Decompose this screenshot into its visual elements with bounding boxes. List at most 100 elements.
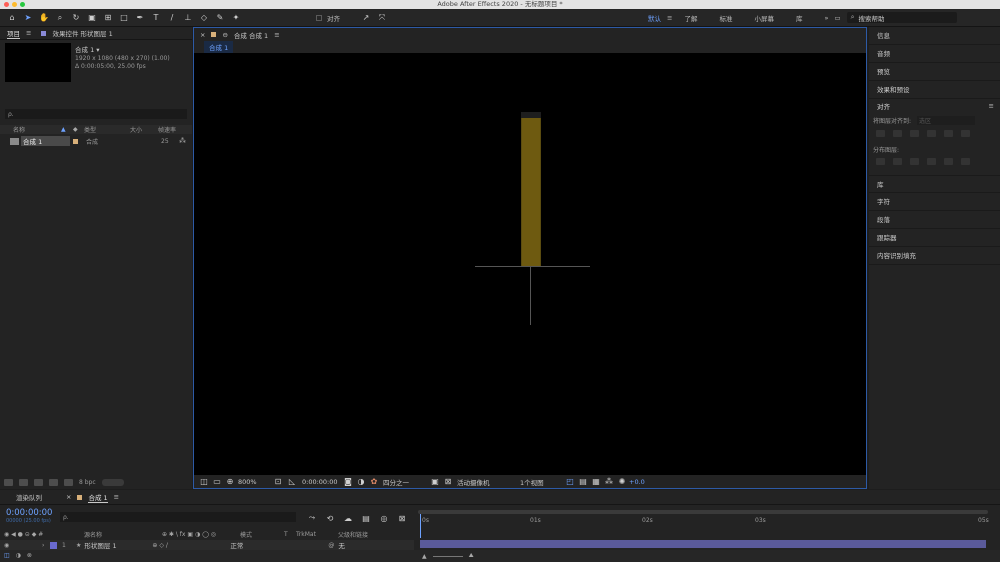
interpret-footage-icon[interactable] <box>4 478 13 486</box>
shy-layers-icon[interactable]: ☁ <box>342 512 354 524</box>
align-hcenter-icon[interactable] <box>893 130 902 137</box>
distribute-right-icon[interactable] <box>961 158 970 165</box>
time-ruler[interactable]: 0s 01s 02s 03s 05s <box>418 510 990 538</box>
home-icon[interactable]: ⌂ <box>6 12 18 24</box>
align-top-icon[interactable] <box>927 130 936 137</box>
exposure-value[interactable]: +0.0 <box>629 478 645 486</box>
column-source-name[interactable]: 源名称 <box>84 530 162 539</box>
type-tool-icon[interactable]: T <box>150 12 162 24</box>
column-size[interactable]: 大小 <box>130 125 158 134</box>
playhead[interactable] <box>420 514 421 538</box>
layer-switch-icons[interactable]: ⊕ ◇ / <box>152 542 230 549</box>
panel-preview[interactable]: 预览 <box>869 63 1000 81</box>
align-right-icon[interactable] <box>910 130 919 137</box>
monitor-icon[interactable]: ▭ <box>211 476 223 488</box>
roto-brush-tool-icon[interactable]: ✎ <box>214 12 226 24</box>
distribute-hcenter-icon[interactable] <box>944 158 953 165</box>
transparency-grid-icon[interactable]: ⊠ <box>442 476 454 488</box>
column-parent[interactable]: 父级和链接 <box>338 530 368 539</box>
workspace-standard[interactable]: 标准 <box>719 13 732 23</box>
comp-viewer[interactable] <box>194 59 866 473</box>
layer-parent-dropdown[interactable]: 无 <box>338 540 345 550</box>
snap-options-icon[interactable]: ⤧ <box>376 12 388 24</box>
column-t[interactable]: T <box>284 531 296 538</box>
pen-tool-icon[interactable]: ✒ <box>134 12 146 24</box>
clone-stamp-tool-icon[interactable]: ⊥ <box>182 12 194 24</box>
flowchart-view-icon[interactable]: ⁂ <box>603 476 615 488</box>
align-left-icon[interactable] <box>876 130 885 137</box>
breadcrumb[interactable]: 合成 1 <box>204 41 234 53</box>
fast-preview-icon[interactable]: ▤ <box>577 476 589 488</box>
comp-mini-flowchart-icon[interactable]: ⤳ <box>306 512 318 524</box>
column-name[interactable]: 名称 <box>13 125 61 134</box>
more-workspaces-icon[interactable]: » <box>824 14 828 22</box>
help-search[interactable]: ⌕ 搜索帮助 <box>846 12 957 23</box>
layer-duration-bar[interactable] <box>420 540 986 548</box>
timeline-search-input[interactable]: ρ. <box>60 512 296 522</box>
close-timeline-tab-icon[interactable]: × <box>66 493 71 501</box>
distribute-bottom-icon[interactable] <box>910 158 919 165</box>
layer-switches-toggle-icon[interactable]: ◫ <box>4 552 10 559</box>
align-panel-menu-icon[interactable]: ≡ <box>989 102 994 110</box>
panel-audio[interactable]: 音频 <box>869 45 1000 63</box>
zoom-tool-icon[interactable]: ⌕ <box>54 12 66 24</box>
table-row[interactable]: ◉ › 1 ★ 形状图层 1 ⊕ ◇ / 正常 @ 无 <box>0 540 414 550</box>
channel-icon[interactable]: ✿ <box>368 476 380 488</box>
comp-panel-menu-icon[interactable]: ≡ <box>274 31 279 39</box>
motion-blur-icon[interactable]: ◎ <box>378 512 390 524</box>
layer-mode-dropdown[interactable]: 正常 <box>230 540 328 550</box>
layer-name[interactable]: 形状图层 1 <box>84 540 152 550</box>
zoom-slider[interactable]: ▲ ⛰ <box>422 552 474 560</box>
tab-render-queue[interactable]: 渲染队列 <box>16 492 42 502</box>
close-tab-icon[interactable]: × <box>200 31 205 39</box>
panel-info[interactable]: 信息 <box>869 27 1000 45</box>
new-folder-icon[interactable] <box>19 478 28 486</box>
align-bottom-icon[interactable] <box>961 130 970 137</box>
eye-icon[interactable]: ◉ <box>4 542 42 549</box>
region-of-interest-icon[interactable]: ▣ <box>429 476 441 488</box>
distribute-left-icon[interactable] <box>927 158 936 165</box>
table-row[interactable]: 合成 1 合成 25 ⁂ <box>0 136 192 146</box>
zoom-out-icon[interactable]: ▲ <box>422 553 427 560</box>
project-search-input[interactable]: ρ. <box>5 109 187 119</box>
panel-tracker[interactable]: 跟踪器 <box>869 229 1000 247</box>
shape-layer-rect[interactable] <box>521 116 541 267</box>
flowchart-icon[interactable]: ⁂ <box>179 137 186 145</box>
puppet-tool-icon[interactable]: ✦ <box>230 12 242 24</box>
zoom-window-button[interactable] <box>20 2 25 7</box>
mask-visibility-icon[interactable]: ◺ <box>286 476 298 488</box>
timeline-icon[interactable]: ▦ <box>590 476 602 488</box>
align-checkbox[interactable] <box>316 14 322 21</box>
new-composition-icon[interactable] <box>34 478 43 486</box>
column-mode[interactable]: 模式 <box>240 530 284 539</box>
trash-icon[interactable] <box>101 478 124 486</box>
lock-icon[interactable]: ⊖ <box>222 31 227 39</box>
exposure-icon[interactable]: ✺ <box>616 476 628 488</box>
column-fps[interactable]: 帧速率 <box>158 125 176 134</box>
workspace-small-screen[interactable]: 小屏幕 <box>754 13 774 23</box>
panel-libraries[interactable]: 库 <box>869 175 1000 193</box>
timeline-timecode[interactable]: 0:00:00:00 <box>6 508 52 518</box>
tab-effect-controls[interactable]: 效果控件 形状图层 1 <box>52 28 112 38</box>
pan-behind-tool-icon[interactable]: ⊞ <box>102 12 114 24</box>
hand-tool-icon[interactable]: ✋ <box>38 12 50 24</box>
distribute-vcenter-icon[interactable] <box>893 158 902 165</box>
fit-icon[interactable]: ⊡ <box>272 476 284 488</box>
eraser-tool-icon[interactable]: ◇ <box>198 12 210 24</box>
workspace-menu-icon[interactable]: ≡ <box>667 14 672 22</box>
column-type[interactable]: 类型 <box>84 125 130 134</box>
panel-content-aware-fill[interactable]: 内容识别填充 <box>869 247 1000 265</box>
always-preview-icon[interactable]: ◫ <box>198 476 210 488</box>
workspace-learn[interactable]: 了解 <box>684 13 697 23</box>
bpc-button[interactable]: 8 bpc <box>79 479 96 486</box>
views-dropdown[interactable]: 1个视图 <box>520 477 564 487</box>
resolution-dropdown[interactable]: 四分之一 <box>383 477 429 487</box>
show-snapshot-icon[interactable]: ◑ <box>355 476 367 488</box>
toggle-pixel-aspect-icon[interactable]: ◰ <box>564 476 576 488</box>
draft-3d-icon[interactable]: ⟲ <box>324 512 336 524</box>
project-settings-icon[interactable] <box>49 478 58 486</box>
camera-dropdown[interactable]: 活动摄像机 <box>457 477 520 487</box>
panel-effects-presets[interactable]: 效果和预设 <box>869 81 1000 99</box>
sync-icon[interactable]: ▭ <box>834 14 840 22</box>
column-trkmat[interactable]: TrkMat <box>296 531 338 538</box>
